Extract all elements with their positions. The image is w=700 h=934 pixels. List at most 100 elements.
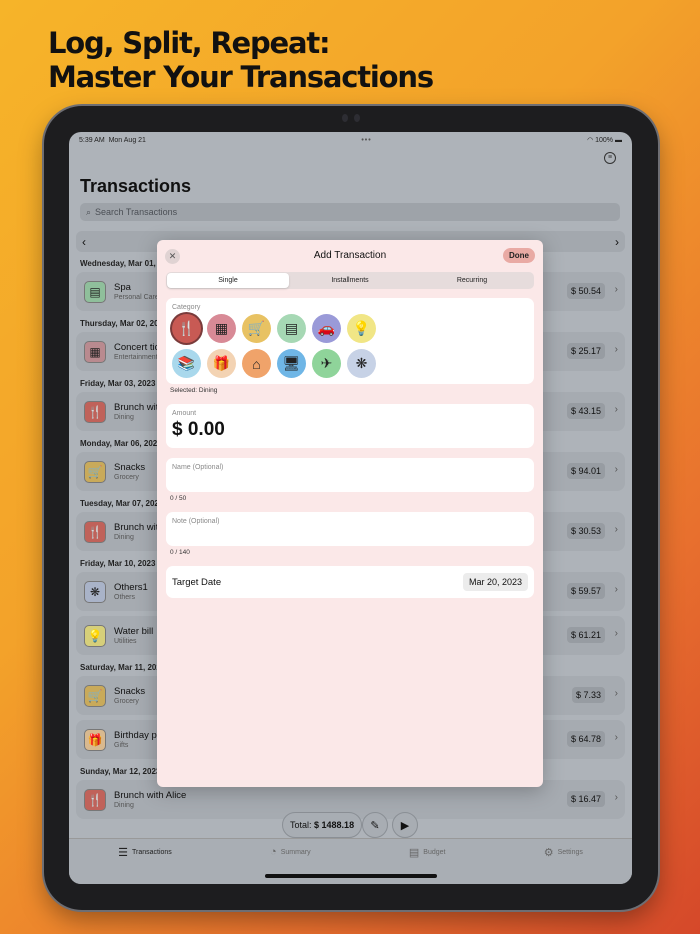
transaction-type-segmented-control: Single Installments Recurring [166, 272, 534, 289]
chevron-right-icon: › [614, 524, 618, 535]
category-education-icon[interactable]: 📚 [172, 349, 201, 378]
ipad-frame: 5:39 AM Mon Aug 21 ••• ◠ 100% ▬ ≡ Transa… [44, 106, 658, 910]
transaction-amount: $ 7.33 [571, 687, 605, 703]
done-button[interactable]: Done [503, 248, 535, 263]
search-input[interactable]: ⌕ Search Transactions [80, 203, 620, 221]
category-icon: 💡 [84, 624, 106, 647]
category-icon: 🍴 [84, 400, 106, 423]
headline-line-2: Master Your Transactions [48, 60, 434, 94]
transaction-category: Utilities [114, 638, 137, 645]
battery-percent: 100% [595, 137, 614, 144]
target-date-picker[interactable]: Mar 20, 2023 [462, 573, 528, 591]
total-pill: Total: $ 1488.18 [282, 812, 363, 838]
category-electronics-icon[interactable]: 🖥 [277, 349, 306, 378]
transaction-name: Spa [114, 282, 131, 293]
transaction-category: Dining [114, 534, 134, 541]
transaction-name: Brunch with Alice [114, 790, 187, 801]
settings-tab-icon: ⚙ [543, 847, 554, 859]
budget-tab-icon: ▤ [408, 847, 420, 859]
transaction-name: Water bill [114, 626, 154, 637]
transaction-amount: $ 64.78 [566, 731, 605, 747]
target-date-label: Target Date [172, 576, 222, 588]
tab-label: Transactions [131, 849, 172, 856]
chevron-right-icon: › [614, 284, 618, 295]
transaction-amount: $ 50.54 [566, 283, 605, 299]
transaction-name: Brunch wit [114, 402, 159, 413]
chevron-right-icon: › [614, 344, 618, 355]
category-icon: 🍴 [84, 520, 106, 543]
transaction-name: Snacks [114, 686, 146, 697]
segment-single[interactable]: Single [167, 273, 289, 288]
category-grocery-icon[interactable]: 🛒 [242, 314, 271, 343]
total-value: $ 1488.18 [314, 820, 355, 830]
category-personal-care-icon[interactable]: ▤ [277, 314, 306, 343]
tab-budget[interactable]: ▤ Budget [409, 846, 446, 859]
transaction-category: Dining [114, 414, 134, 421]
category-icon: 🎁 [84, 728, 106, 751]
transaction-amount: $ 59.57 [566, 583, 605, 599]
category-icon: 🛒 [84, 684, 106, 707]
category-label: Category [172, 304, 201, 311]
category-gifts-icon[interactable]: 🎁 [207, 349, 236, 378]
play-icon: ▶ [400, 819, 410, 832]
chevron-right-icon: › [614, 404, 618, 415]
wifi-icon: ◠ [587, 137, 594, 144]
play-button[interactable]: ▶ [392, 812, 418, 838]
total-label: Total: [290, 820, 312, 830]
status-bar: 5:39 AM Mon Aug 21 ••• ◠ 100% ▬ [69, 132, 632, 148]
marketing-headline: Log, Split, Repeat: Master Your Transact… [48, 26, 434, 94]
edit-button[interactable]: ✎ [362, 812, 388, 838]
segment-installments[interactable]: Installments [289, 273, 411, 288]
amount-card[interactable]: Amount $ 0.00 [166, 404, 534, 448]
category-entertainment-icon[interactable]: ▦ [207, 314, 236, 343]
category-card: Category 🍴 ▦ 🛒 ▤ 🚗 💡 📚 🎁 ⌂ 🖥 ✈ ❋ [166, 298, 534, 384]
transaction-name: Birthday pr [114, 730, 160, 741]
battery-icon: ▬ [614, 137, 622, 144]
name-field[interactable]: Name (Optional) [166, 458, 534, 492]
summary-tab-icon: ◔ [270, 846, 277, 858]
segment-recurring[interactable]: Recurring [411, 273, 533, 288]
category-others-icon[interactable]: ❋ [347, 349, 376, 378]
add-transaction-modal: ✕ Add Transaction Done Single Installment… [157, 240, 543, 787]
category-housing-icon[interactable]: ⌂ [242, 349, 271, 378]
category-utilities-icon[interactable]: 💡 [347, 314, 376, 343]
modal-title: Add Transaction [313, 250, 387, 261]
chevron-right-icon: › [614, 688, 618, 699]
transaction-category: Others [114, 594, 136, 601]
transactions-tab-icon: ☰ [118, 847, 128, 859]
status-time: 5:39 AM [79, 136, 105, 144]
transaction-amount: $ 61.21 [566, 627, 605, 643]
chevron-right-icon: › [614, 584, 618, 595]
headline-line-1: Log, Split, Repeat: [48, 26, 331, 60]
category-icon: 🍴 [84, 788, 106, 811]
transaction-category: Dining [114, 802, 134, 809]
tab-label: Settings [557, 849, 583, 856]
category-icon: ▦ [84, 340, 106, 363]
note-placeholder: Note (Optional) [172, 518, 220, 525]
chevron-left-icon[interactable]: ‹ [82, 235, 86, 249]
chevron-right-icon: › [614, 732, 618, 743]
pencil-icon: ✎ [370, 819, 380, 832]
note-field[interactable]: Note (Optional) [166, 512, 534, 546]
chevron-right-icon: › [614, 628, 618, 639]
search-icon: ⌕ [86, 206, 92, 217]
category-dining-icon[interactable]: 🍴 [172, 314, 201, 343]
tab-label: Budget [423, 849, 446, 856]
page-title: Transactions [80, 176, 192, 196]
tab-summary[interactable]: ◔ Summary [270, 846, 311, 858]
amount-input[interactable]: $ 0.00 [166, 417, 534, 441]
note-char-count: 0 / 140 [170, 549, 190, 556]
category-travel-icon[interactable]: ✈ [312, 349, 341, 378]
category-transport-icon[interactable]: 🚗 [312, 314, 341, 343]
tab-settings[interactable]: ⚙ Settings [544, 846, 583, 859]
transaction-category: Gifts [114, 742, 129, 749]
chevron-right-icon[interactable]: › [615, 235, 619, 249]
multitask-dots-icon[interactable]: ••• [361, 137, 371, 144]
name-char-count: 0 / 50 [170, 495, 187, 502]
app-screen: 5:39 AM Mon Aug 21 ••• ◠ 100% ▬ ≡ Transa… [69, 132, 632, 884]
tab-transactions[interactable]: ☰ Transactions [118, 846, 172, 859]
chevron-right-icon: › [614, 464, 618, 475]
chevron-right-icon: › [614, 792, 618, 803]
filter-icon[interactable]: ≡ [604, 152, 616, 164]
transaction-name: Concert tic [114, 342, 160, 353]
